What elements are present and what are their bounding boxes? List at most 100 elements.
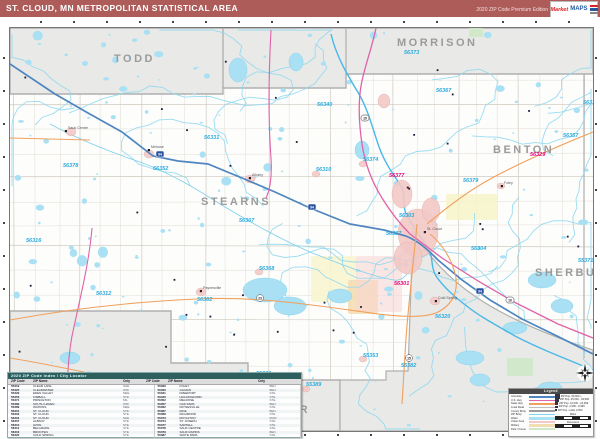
zip-table-left-column: 55319CLEAR LAKESHE55320CLEARWATERWRI5532… [8, 385, 155, 438]
neatline-tick [502, 434, 504, 436]
neatline-tick [469, 434, 471, 436]
route-shield-23: 23 [257, 295, 264, 302]
neatline-tick [3, 288, 5, 290]
map-title: ST. CLOUD, MN METROPOLITAN STATISTICAL A… [6, 3, 238, 13]
zip-label-56373: 56373 [404, 50, 419, 56]
svg-text:94: 94 [158, 153, 162, 157]
neatline-tick [304, 434, 306, 436]
neatline-tick [271, 21, 273, 23]
neatline-tick [595, 354, 597, 356]
neatline-tick [3, 189, 5, 191]
route-shield-15: 15 [406, 355, 413, 362]
zip-label-56320: 56320 [435, 314, 450, 320]
zip-label-55389: 55389 [306, 382, 322, 388]
neatline-tick [139, 21, 141, 23]
publisher-logo: Market MAPS [550, 1, 598, 18]
neatline-tick [3, 123, 5, 125]
neatline-tick [3, 420, 5, 422]
neatline-tick [595, 57, 597, 59]
zip-label-55371: 55371 [578, 258, 593, 264]
logo-maps-text: MAPS [570, 7, 587, 12]
zip-label-55353: 55353 [363, 353, 378, 359]
neatline-tick [469, 21, 471, 23]
neatline-tick [568, 21, 570, 23]
city-label: Paynesville [203, 286, 221, 290]
neatline-tick [595, 189, 597, 191]
county-label-todd: TODD [114, 53, 155, 65]
svg-text:10: 10 [508, 299, 512, 303]
neatline-tick [370, 434, 372, 436]
zip-code-index-table: 2020 ZIP Code Index / City Locator ZIP C… [7, 372, 302, 438]
table-row: 56320COLD SPRINGSTE [8, 434, 154, 438]
neatline-tick [337, 21, 339, 23]
neatline-tick [595, 90, 597, 92]
legend-line-items: InterstateU.S. HwyState HwyLocal RoadCou… [511, 395, 555, 431]
route-shield-94: 94 [476, 288, 484, 294]
zip-label-56379: 56379 [463, 178, 479, 184]
zip-label-56352: 56352 [153, 166, 168, 172]
neatline-tick [3, 321, 5, 323]
neatline-tick [595, 255, 597, 257]
legend-population-items: ZIP Pop. 50,000 +ZIP Pop. 25,000 - 49,99… [555, 395, 591, 431]
neatline-tick [535, 21, 537, 23]
city-label: Sauk Centre [68, 126, 88, 130]
county-label-sherburne: SHERBURNE [535, 267, 593, 279]
zip-label-56377: 56377 [389, 173, 405, 179]
city-label: St. Cloud [427, 227, 442, 231]
neatline-tick [436, 21, 438, 23]
neatline-tick [3, 387, 5, 389]
zip-label-56387: 56387 [386, 231, 402, 237]
neatline-tick [3, 222, 5, 224]
neatline-tick [3, 354, 5, 356]
neatline-tick [3, 57, 5, 59]
zip-label-56340: 56340 [317, 102, 332, 108]
zip-label-56368: 56368 [259, 266, 275, 272]
neatline-tick [595, 387, 597, 389]
county-label-stearns: STEARNS [201, 196, 271, 208]
neatline-tick [403, 21, 405, 23]
zip-label-56357: 56357 [563, 133, 579, 139]
city-label: Cold Spring [438, 296, 457, 300]
route-shield-94: 94 [308, 204, 316, 210]
svg-text:23: 23 [258, 297, 262, 301]
neatline-tick [337, 434, 339, 436]
legend-item: Park / Forest [511, 427, 555, 431]
zip-label-56301: 56301 [394, 281, 409, 287]
edition-label: 2020 ZIP Code Premium Edition [476, 7, 548, 13]
neatline-tick [3, 156, 5, 158]
zip-label-56329: 56329 [530, 152, 546, 158]
table-row: 56387WAITE PARKSTE [155, 434, 301, 438]
neatline-tick [172, 21, 174, 23]
logo-bars-icon [590, 5, 598, 15]
neatline-tick [73, 21, 75, 23]
neatline-tick [595, 420, 597, 422]
svg-text:94: 94 [478, 290, 482, 294]
zip-label-56362: 56362 [197, 297, 212, 303]
neatline-tick [595, 156, 597, 158]
legend-population-item: ZIP Pop. under 2,500 [555, 409, 591, 412]
zip-label-56378: 56378 [63, 163, 79, 169]
zip-label-56374: 56374 [363, 157, 378, 163]
svg-text:94: 94 [310, 206, 314, 210]
neatline-tick [370, 21, 372, 23]
city-label: Melrose [151, 145, 164, 149]
zip-label-56316: 56316 [26, 238, 42, 244]
zip-label-56331: 56331 [204, 135, 219, 141]
map-poster: { "header": { "title": "ST. CLOUD, MN ME… [0, 0, 600, 439]
city-label: Foley [504, 181, 513, 185]
zip-label-56303: 56303 [399, 213, 414, 219]
neatline-tick [205, 21, 207, 23]
route-shield-10: 10 [361, 115, 369, 121]
neatline-tick [238, 21, 240, 23]
neatline-tick [595, 288, 597, 290]
zip-label-56304: 56304 [471, 246, 486, 252]
neatline-tick [3, 90, 5, 92]
scale-bar-km_label: Kilometers [555, 421, 591, 428]
neatline-tick [3, 255, 5, 257]
neatline-tick [40, 21, 42, 23]
title-bar: ST. CLOUD, MN METROPOLITAN STATISTICAL A… [0, 0, 600, 17]
neatline-tick [106, 21, 108, 23]
zip-label-56367: 56367 [436, 88, 452, 94]
county-label-morrison: MORRISON [397, 37, 478, 49]
logo-market-text: Market [550, 8, 568, 12]
